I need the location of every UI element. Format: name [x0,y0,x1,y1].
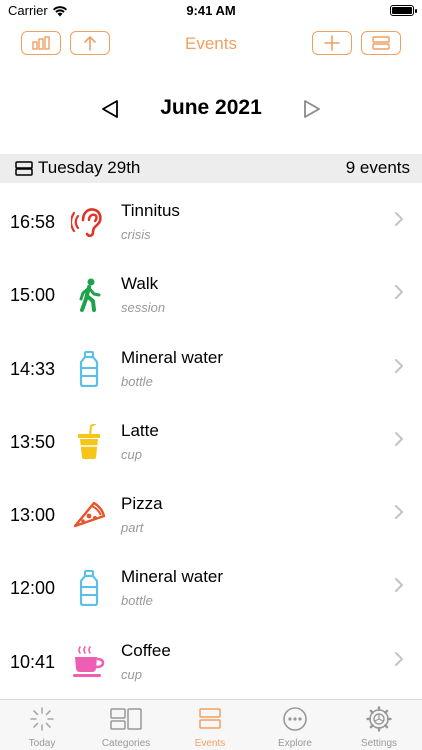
chevron-right-icon [395,651,403,666]
event-time: 14:33 [10,358,56,379]
event-name: Coffee [121,640,171,660]
settings-gear-icon [366,706,392,732]
tab-bar: Today Categories Events Explore Settings [0,699,422,750]
categories-icon [110,708,142,730]
event-row[interactable]: 13:50 Latte cup [0,405,422,478]
plus-icon [324,35,340,51]
tab-label: Categories [101,738,151,749]
event-time: 12:00 [10,578,56,599]
event-name: Latte [121,420,159,440]
event-time: 13:50 [10,431,56,452]
event-row[interactable]: 10:41 Coffee cup [0,625,422,698]
event-row[interactable]: 14:33 Mineral water bottle [0,332,422,405]
pizza-slice-icon [70,496,108,534]
triangle-right-icon [304,100,320,118]
day-stack-icon [15,161,33,176]
event-time: 13:00 [10,505,56,526]
latte-cup-icon [70,423,108,461]
event-row[interactable]: 12:00 Mineral water bottle [0,551,422,624]
chevron-right-icon [395,505,403,520]
event-detail: session [121,300,166,316]
month-selector: June 2021 [0,92,422,126]
event-row[interactable]: 16:58 Tinnitus crisis [0,185,422,258]
event-count: 9 events [345,158,410,177]
sun-icon [30,707,54,731]
tab-categories[interactable]: Categories [84,706,168,750]
event-time: 10:41 [10,651,56,672]
tab-settings[interactable]: Settings [337,706,421,750]
status-bar: Carrier 9:41 AM [0,0,422,24]
chevron-right-icon [395,358,403,373]
coffee-cup-icon [70,643,108,681]
view-mode-button[interactable] [361,31,401,55]
chevron-right-icon [395,285,403,300]
next-month-button[interactable] [300,98,324,120]
event-name: Tinnitus [121,201,180,220]
ear-icon [70,203,108,241]
battery-icon [390,5,417,16]
stack-icon [372,36,390,50]
event-time: 15:00 [10,285,56,306]
chevron-right-icon [395,431,403,446]
tab-label: Settings [360,738,398,749]
event-detail: cup [121,666,142,682]
event-detail: part [121,520,144,536]
event-row[interactable]: 13:00 Pizza part [0,478,422,551]
tab-label: Events [194,738,226,749]
tab-today[interactable]: Today [0,706,84,750]
tab-explore[interactable]: Explore [253,706,337,750]
day-label: Tuesday 29th [38,158,141,177]
month-title: June 2021 [160,96,262,119]
event-row[interactable]: 15:00 Walk session [0,258,422,331]
water-bottle-icon [70,350,108,388]
walking-person-icon [70,276,108,314]
event-detail: bottle [121,593,153,609]
nav-bar: Events [0,28,422,60]
event-detail: cup [121,446,142,462]
event-name: Walk [121,274,159,294]
event-detail: crisis [121,227,151,242]
status-time: 9:41 AM [186,3,236,18]
ellipsis-circle-icon [283,707,307,731]
event-name: Mineral water [121,347,224,367]
chevron-right-icon [395,212,403,226]
event-name: Mineral water [121,567,224,587]
day-section-header: Tuesday 29th 9 events [0,154,422,183]
tab-events[interactable]: Events [168,706,252,750]
event-name: Pizza [121,494,163,514]
tab-label: Explore [278,738,312,749]
events-list-icon [199,708,221,729]
add-event-button[interactable] [312,31,352,55]
tab-label: Today [28,738,56,749]
event-time: 16:58 [10,212,56,232]
page-title: Events [185,34,237,53]
event-list: 16:58 Tinnitus crisis 15:00 Walk session [0,185,422,698]
event-detail: bottle [121,373,153,389]
chevron-right-icon [395,578,403,593]
water-bottle-icon [70,569,108,607]
